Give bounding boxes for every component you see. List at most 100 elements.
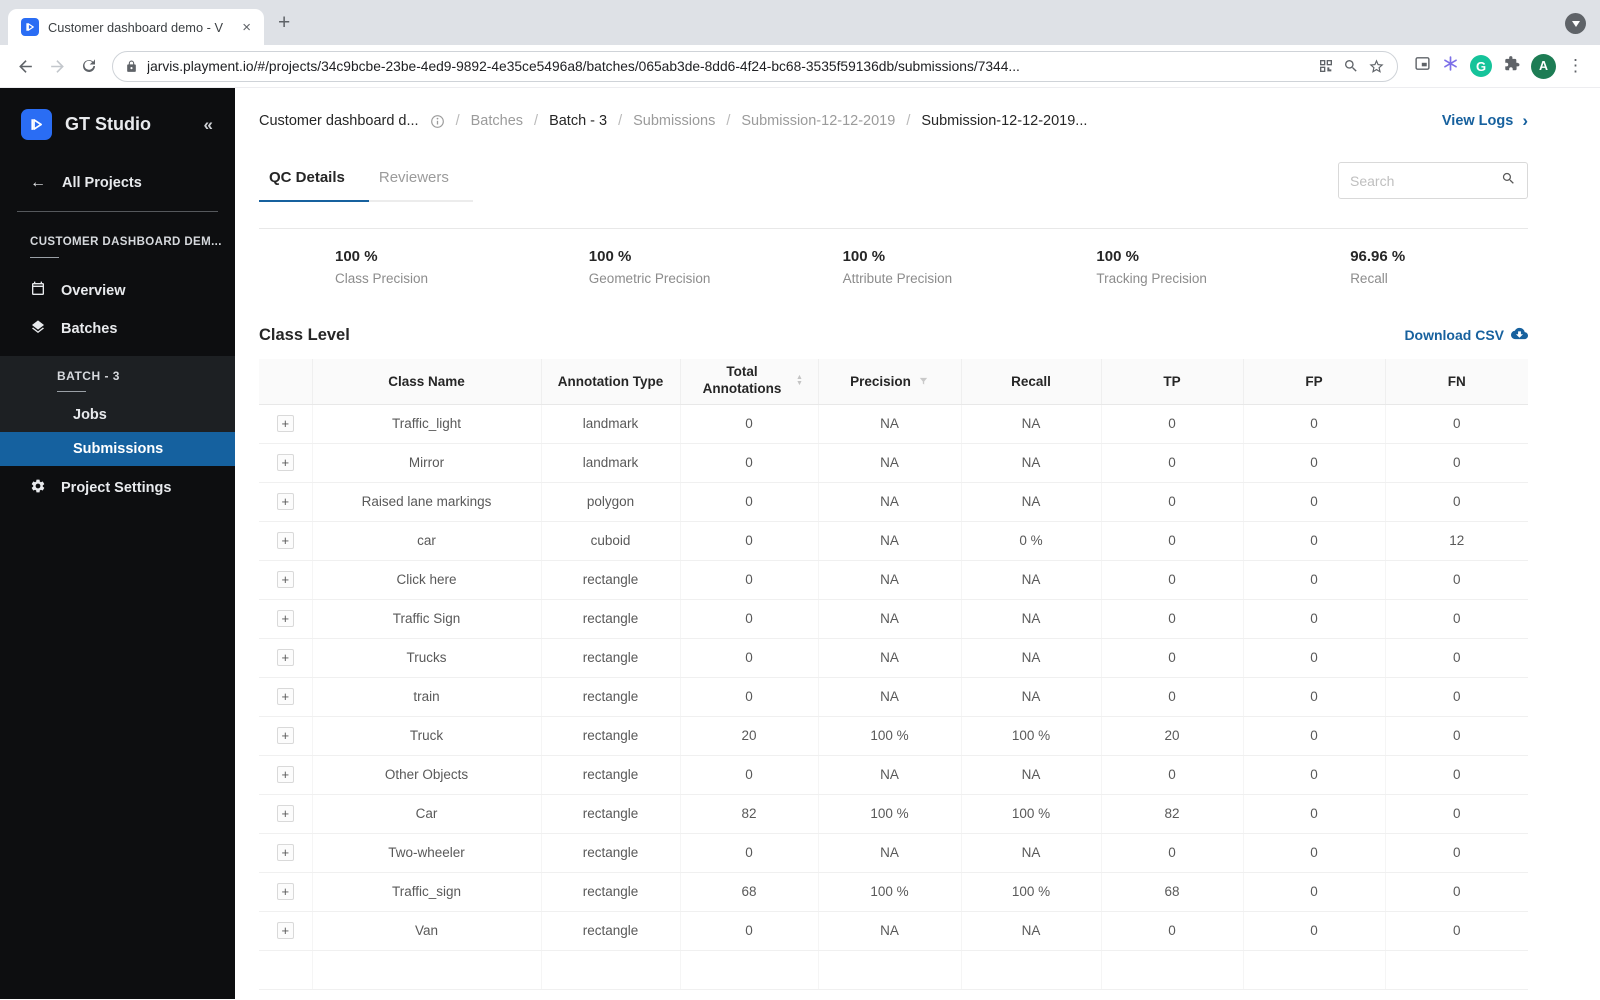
- table-cell: 82: [1100, 794, 1243, 834]
- expand-row-button[interactable]: +: [276, 454, 294, 471]
- expand-row-button[interactable]: +: [276, 688, 294, 705]
- expand-row-button[interactable]: +: [276, 415, 294, 432]
- column-header[interactable]: Precision: [817, 359, 961, 405]
- search-icon[interactable]: [1501, 171, 1516, 191]
- breadcrumb-item[interactable]: Submission-12-12-2019...: [921, 113, 1087, 129]
- tab-close-icon[interactable]: ×: [239, 20, 254, 35]
- table-cell: 0: [679, 755, 818, 795]
- table-cell: 0: [1384, 716, 1528, 756]
- sidebar-item-submissions[interactable]: Submissions: [0, 432, 235, 466]
- qr-code-icon[interactable]: [1318, 58, 1334, 74]
- table-cell: 0: [1242, 755, 1385, 795]
- table-cell: 0: [679, 443, 818, 483]
- zoom-icon[interactable]: [1343, 58, 1359, 74]
- table-cell: 0: [1242, 677, 1385, 717]
- view-logs-button[interactable]: View Logs ›: [1442, 111, 1528, 131]
- metric: 100 % Attribute Precision: [767, 248, 1021, 286]
- table-cell: 0: [1100, 443, 1243, 483]
- table-cell: rectangle: [540, 638, 680, 678]
- breadcrumb-separator: /: [726, 113, 731, 129]
- sidebar: GT Studio « ← All Projects CUSTOMER DASH…: [0, 88, 235, 999]
- table-cell: 68: [679, 872, 818, 912]
- browser-tab[interactable]: Customer dashboard demo - V ×: [8, 9, 264, 45]
- expand-row-button[interactable]: +: [276, 610, 294, 627]
- expand-cell: +: [259, 755, 312, 795]
- expand-row-button[interactable]: +: [276, 766, 294, 783]
- metric-value: 100 %: [335, 248, 378, 265]
- profile-avatar[interactable]: A: [1531, 53, 1556, 79]
- expand-row-button[interactable]: +: [276, 727, 294, 744]
- browser-menu-icon[interactable]: ⋮: [1567, 56, 1584, 76]
- back-icon[interactable]: [10, 51, 40, 81]
- expand-row-button[interactable]: +: [276, 883, 294, 900]
- tab-qc-details[interactable]: QC Details: [259, 162, 369, 202]
- column-header: FN: [1384, 359, 1528, 405]
- table-cell: 0: [1242, 560, 1385, 600]
- sidebar-collapse-icon[interactable]: «: [204, 115, 221, 135]
- info-icon[interactable]: [430, 114, 445, 129]
- download-csv-button[interactable]: Download CSV: [1404, 325, 1528, 345]
- breadcrumb-item[interactable]: Submissions: [633, 113, 715, 129]
- expand-row-button[interactable]: +: [276, 805, 294, 822]
- metric-label: Attribute Precision: [842, 271, 953, 286]
- sidebar-item-batches[interactable]: Batches: [0, 310, 235, 348]
- media-panel-icon[interactable]: [1414, 55, 1431, 77]
- table-cell: NA: [817, 521, 961, 561]
- expand-cell: +: [259, 521, 312, 561]
- url-bar[interactable]: jarvis.playment.io/#/projects/34c9bcbe-2…: [112, 50, 1398, 82]
- main-content: Customer dashboard d... / Batches / Batch - …: [235, 88, 1600, 999]
- expand-row-button[interactable]: +: [276, 844, 294, 861]
- forward-icon[interactable]: [42, 51, 72, 81]
- grammarly-icon[interactable]: G: [1470, 55, 1492, 77]
- project-name: CUSTOMER DASHBOARD DEM...: [30, 236, 222, 248]
- table-cell: NA: [817, 638, 961, 678]
- reload-icon[interactable]: [74, 51, 104, 81]
- metric: 100 % Geometric Precision: [513, 248, 767, 286]
- table-cell: Truck: [311, 716, 541, 756]
- table-cell: cuboid: [540, 521, 680, 561]
- expand-row-button[interactable]: +: [276, 649, 294, 666]
- calendar-icon: [30, 281, 46, 301]
- column-header: TP: [1100, 359, 1243, 405]
- tab-search-icon[interactable]: [1565, 13, 1586, 34]
- extensions-puzzle-icon[interactable]: [1503, 55, 1520, 77]
- column-header[interactable]: Total Annotations ▲ ▼: [679, 359, 818, 405]
- table-cell: 0: [1384, 599, 1528, 639]
- url-text: jarvis.playment.io/#/projects/34c9bcbe-2…: [147, 58, 1020, 74]
- table-cell: rectangle: [540, 716, 680, 756]
- expand-row-button[interactable]: +: [276, 922, 294, 939]
- breadcrumb-item[interactable]: Batches: [471, 113, 523, 129]
- table-cell: Traffic_light: [311, 404, 541, 444]
- breadcrumb-item[interactable]: Batch - 3: [549, 113, 607, 129]
- expand-cell: +: [259, 443, 312, 483]
- class-level-table: Class Name Annotation Type Total Annotatio…: [259, 359, 1528, 990]
- expand-row-button[interactable]: +: [276, 532, 294, 549]
- metric: 96.96 % Recall: [1274, 248, 1528, 286]
- all-projects-link[interactable]: ← All Projects: [30, 174, 235, 192]
- sidebar-item-overview[interactable]: Overview: [0, 272, 235, 310]
- tab-reviewers[interactable]: Reviewers: [369, 162, 473, 200]
- project-underline: [30, 257, 59, 258]
- sidebar-item-project-settings[interactable]: Project Settings: [0, 469, 235, 507]
- table-cell: rectangle: [540, 560, 680, 600]
- new-tab-button[interactable]: +: [278, 12, 290, 33]
- sidebar-item-jobs[interactable]: Jobs: [0, 398, 235, 432]
- sort-icon[interactable]: ▲ ▼: [796, 374, 803, 387]
- column-header-label: Class Name: [388, 373, 465, 389]
- breadcrumb-item[interactable]: Customer dashboard d...: [259, 113, 419, 129]
- search-box[interactable]: [1338, 162, 1528, 199]
- table-cell: Click here: [311, 560, 541, 600]
- lock-icon: [125, 60, 138, 73]
- sidebar-item-label: Batches: [61, 321, 118, 337]
- extension-asterisk-icon[interactable]: [1442, 55, 1459, 77]
- bookmark-star-icon[interactable]: [1368, 58, 1385, 75]
- metric-label: Recall: [1350, 271, 1388, 286]
- filter-icon[interactable]: [918, 376, 929, 387]
- expand-row-button[interactable]: +: [276, 571, 294, 588]
- browser-toolbar: jarvis.playment.io/#/projects/34c9bcbe-2…: [0, 45, 1600, 88]
- chevron-right-icon: ›: [1522, 111, 1528, 130]
- expand-row-button[interactable]: +: [276, 493, 294, 510]
- search-input[interactable]: [1350, 172, 1493, 189]
- table-cell: [1384, 950, 1528, 990]
- breadcrumb-item[interactable]: Submission-12-12-2019: [741, 113, 895, 129]
